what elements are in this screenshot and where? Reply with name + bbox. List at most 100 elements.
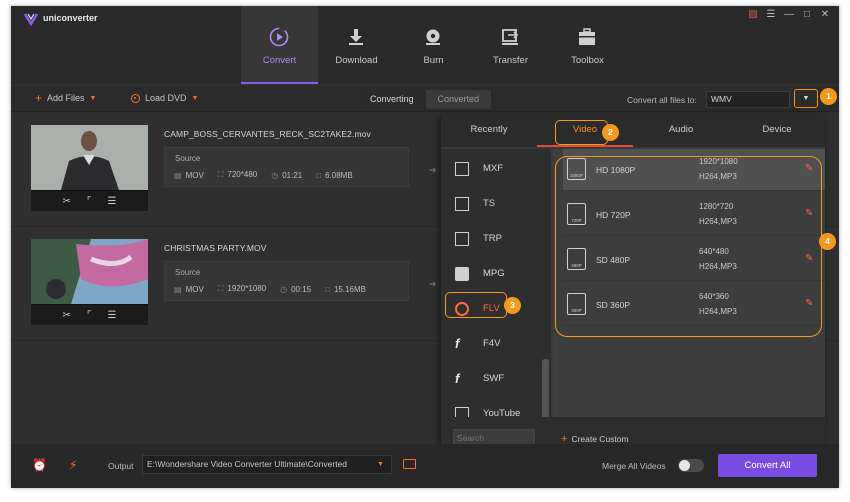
transfer-icon bbox=[502, 29, 519, 45]
source-info-box: Source ▤ MOV ⛶ 720*480 ◷ 01:21 □ 6.08MB bbox=[164, 147, 409, 187]
format-item-trp[interactable]: TRP bbox=[441, 221, 541, 256]
chevron-down-icon[interactable]: ▼ bbox=[377, 461, 384, 468]
format-label: MXF bbox=[483, 163, 504, 174]
merge-videos-label: Merge All Videos bbox=[602, 461, 666, 471]
file-size: 15.16MB bbox=[333, 284, 367, 294]
main-nav: Convert Download Burn Transfer Toolbox bbox=[241, 6, 626, 84]
scissors-icon[interactable]: ✂ bbox=[62, 310, 70, 321]
convert-all-button[interactable]: Convert All bbox=[718, 454, 817, 477]
nav-download-label: Download bbox=[335, 55, 378, 66]
nav-convert[interactable]: Convert bbox=[241, 6, 318, 84]
format-item-youtube[interactable]: YouTube bbox=[441, 396, 541, 417]
nav-toolbox-label: Toolbox bbox=[571, 55, 604, 66]
file-name: CHRISTMAS PARTY.MOV bbox=[164, 243, 267, 253]
thumbnail-image bbox=[31, 239, 148, 304]
minimize-icon[interactable]: — bbox=[783, 9, 795, 21]
source-details: ▤ MOV ⛶ 720*480 ◷ 01:21 □ 6.08MB bbox=[174, 170, 353, 180]
high-speed-icon[interactable]: ⚡ bbox=[69, 458, 77, 472]
format-item-mpg[interactable]: MPG bbox=[441, 256, 541, 291]
settings-sliders-icon[interactable]: ☰ bbox=[108, 196, 117, 207]
nav-transfer[interactable]: Transfer bbox=[472, 6, 549, 84]
chevron-down-icon[interactable]: ▼ bbox=[192, 95, 199, 102]
callout-badge-2: 2 bbox=[602, 124, 619, 141]
file-resolution: 720*480 bbox=[227, 170, 258, 179]
gift-icon[interactable]: ▨ bbox=[747, 9, 759, 21]
source-info-box: Source ▤ MOV ⛶ 1920*1080 ◷ 00:15 □ 15.16MB bbox=[164, 261, 409, 301]
crop-icon[interactable]: ⌜ bbox=[87, 196, 92, 207]
nav-burn[interactable]: Burn bbox=[395, 6, 472, 84]
clock-icon: ◷ bbox=[280, 284, 288, 294]
resolution-icon: ⛶ bbox=[217, 284, 224, 293]
format-item-ts[interactable]: TS bbox=[441, 186, 541, 221]
callout-ring-flv bbox=[445, 292, 507, 318]
app-name: uniconverter bbox=[43, 13, 98, 23]
callout-badge-4: 4 bbox=[819, 233, 836, 250]
tab-converted[interactable]: Converted bbox=[425, 90, 492, 109]
chevron-down-icon[interactable]: ▼ bbox=[90, 95, 97, 102]
mxf-icon bbox=[455, 161, 469, 176]
download-icon bbox=[349, 29, 363, 45]
toolbar: + Add Files ▼ Load DVD ▼ Converting Conv… bbox=[11, 86, 839, 112]
tab-recently[interactable]: Recently bbox=[441, 113, 537, 147]
crop-icon[interactable]: ⌜ bbox=[87, 310, 92, 321]
menu-icon[interactable]: ☰ bbox=[765, 9, 777, 21]
load-dvd-label: Load DVD bbox=[145, 93, 187, 103]
resolution-icon: ⛶ bbox=[217, 170, 224, 179]
app-logo-icon bbox=[23, 13, 39, 26]
source-details: ▤ MOV ⛶ 1920*1080 ◷ 00:15 □ 15.16MB bbox=[174, 284, 366, 294]
plus-icon: + bbox=[35, 90, 43, 105]
burn-icon bbox=[426, 29, 440, 45]
file-duration: 00:15 bbox=[291, 284, 312, 294]
toggle-knob bbox=[679, 460, 690, 471]
format-label: TRP bbox=[483, 233, 502, 244]
add-files-button[interactable]: + Add Files ▼ bbox=[35, 90, 97, 105]
video-thumbnail[interactable]: ✂ ⌜ ☰ bbox=[31, 125, 148, 211]
tab-device[interactable]: Device bbox=[729, 113, 825, 147]
folder-icon: □ bbox=[316, 170, 322, 180]
window-controls: ▨ ☰ — □ ✕ bbox=[747, 9, 831, 21]
nav-convert-label: Convert bbox=[262, 55, 297, 66]
folder-icon: □ bbox=[325, 284, 330, 294]
file-format: MOV bbox=[185, 170, 204, 180]
format-tabs: Recently Video Audio Device bbox=[441, 113, 825, 147]
thumbnail-image bbox=[31, 125, 148, 190]
format-label: TS bbox=[483, 198, 496, 209]
alarm-clock-icon[interactable]: ⏰ bbox=[32, 458, 47, 472]
clock-icon: ◷ bbox=[271, 170, 279, 180]
ts-icon bbox=[455, 196, 469, 211]
scissors-icon[interactable]: ✂ bbox=[62, 196, 70, 207]
thumbnail-tools: ✂ ⌜ ☰ bbox=[31, 305, 148, 325]
callout-ring-video-tab bbox=[555, 120, 608, 145]
nav-download[interactable]: Download bbox=[318, 6, 395, 84]
load-dvd-button[interactable]: Load DVD ▼ bbox=[131, 93, 198, 103]
app-window: uniconverter ▨ ☰ — □ ✕ Convert Download … bbox=[11, 6, 839, 488]
arrow-right-icon: ➜ bbox=[429, 165, 437, 175]
format-item-f4v[interactable]: f F4V bbox=[441, 326, 541, 361]
source-label: Source bbox=[175, 154, 201, 163]
output-format-select[interactable]: WMV bbox=[706, 91, 790, 108]
merge-videos-toggle[interactable] bbox=[678, 459, 704, 472]
format-label: YouTube bbox=[483, 408, 521, 417]
film-icon: ▤ bbox=[174, 284, 182, 294]
format-item-mxf[interactable]: MXF bbox=[441, 151, 541, 186]
video-thumbnail[interactable]: ✂ ⌜ ☰ bbox=[31, 239, 148, 325]
tab-converting[interactable]: Converting bbox=[358, 90, 426, 109]
trp-icon bbox=[455, 231, 469, 246]
maximize-icon[interactable]: □ bbox=[801, 9, 813, 21]
file-size: 6.08MB bbox=[325, 170, 353, 180]
flash-icon: f bbox=[455, 370, 460, 386]
settings-sliders-icon[interactable]: ☰ bbox=[108, 310, 117, 321]
format-list-scrollbar[interactable] bbox=[542, 359, 549, 417]
nav-toolbox[interactable]: Toolbox bbox=[549, 6, 626, 84]
callout-badge-1: 1 bbox=[820, 88, 837, 105]
open-folder-icon[interactable] bbox=[403, 459, 416, 469]
mpg-icon bbox=[455, 266, 469, 281]
close-icon[interactable]: ✕ bbox=[819, 9, 831, 21]
format-item-swf[interactable]: f SWF bbox=[441, 361, 541, 396]
format-label: SWF bbox=[483, 373, 505, 384]
format-dropdown-button[interactable]: ▼ bbox=[794, 89, 818, 108]
tab-audio[interactable]: Audio bbox=[633, 113, 729, 147]
flash-icon: f bbox=[455, 335, 460, 351]
output-path-select[interactable]: E:\Wondershare Video Converter Ultimate\… bbox=[142, 455, 392, 474]
convert-all-files-label: Convert all files to: bbox=[627, 95, 697, 105]
